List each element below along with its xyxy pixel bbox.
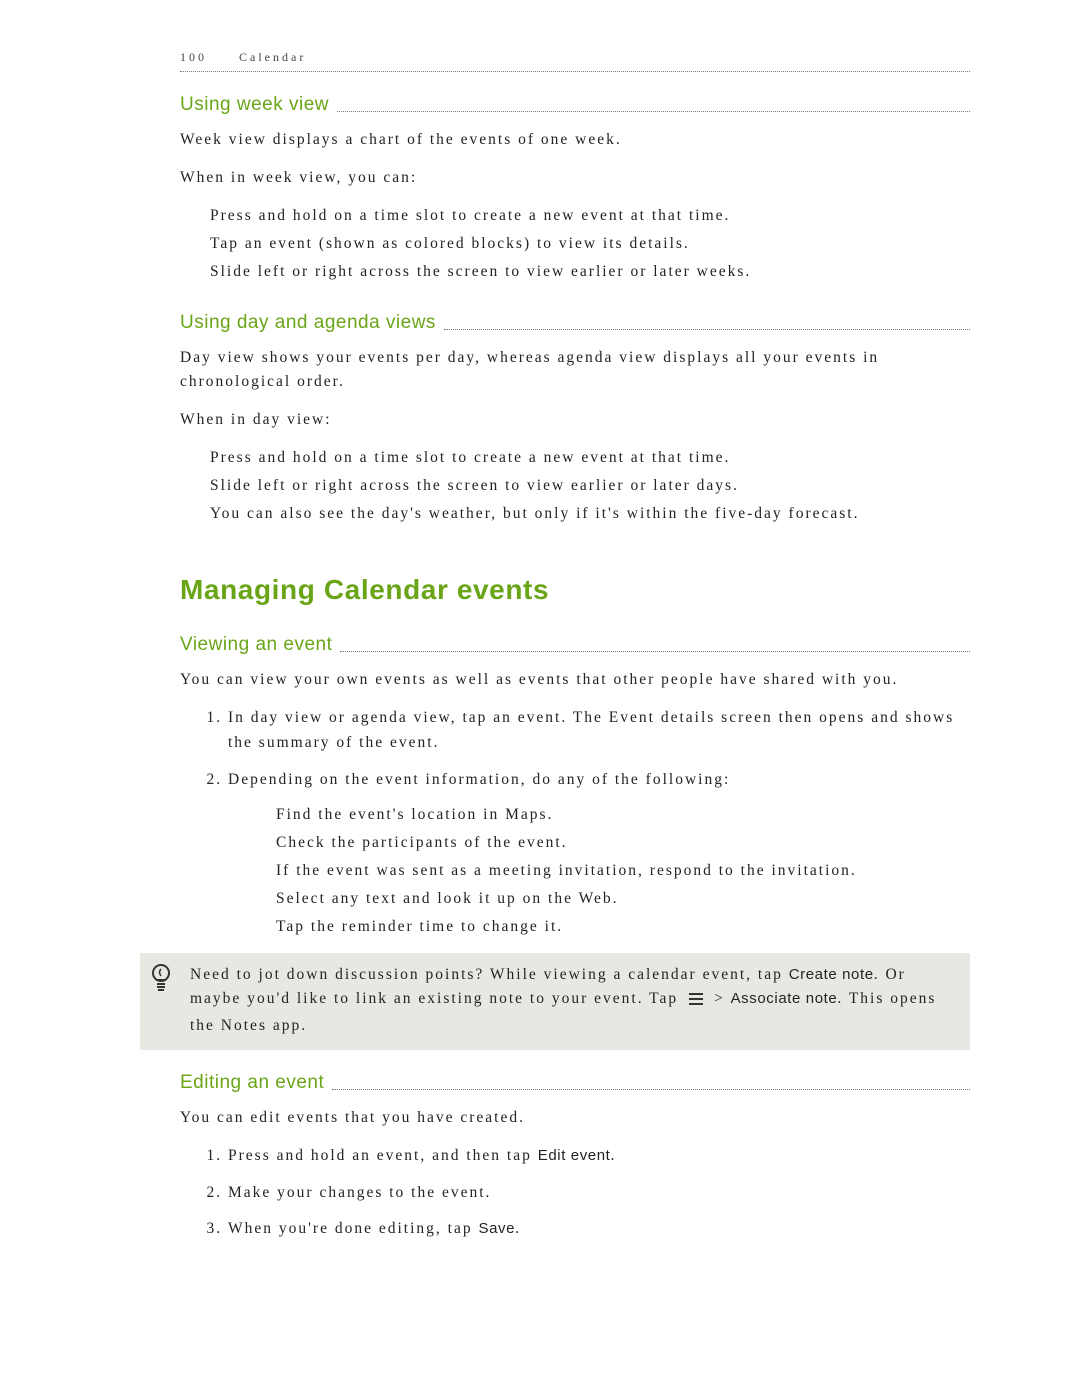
week-intro: Week view displays a chart of the events… [180,128,970,152]
list-item: Tap an event (shown as colored blocks) t… [210,232,970,256]
subheading-row-day: Using day and agenda views [180,312,970,334]
heading-managing: Managing Calendar events [180,574,970,606]
dotted-rule [332,1089,970,1090]
list-item: Check the participants of the event. [276,831,970,855]
day-bullets: Press and hold on a time slot to create … [210,446,970,526]
step-item: Depending on the event information, do a… [228,768,970,939]
header-divider [180,71,970,72]
list-item: Slide left or right across the screen to… [210,474,970,498]
tip-text: Need to jot down discussion points? Whil… [190,963,960,1038]
tip-chevr: > [708,990,731,1007]
subheading-row-editing: Editing an event [180,1072,970,1094]
dotted-rule [444,329,970,330]
page-number: 100 [180,50,207,64]
list-item: Find the event's location in Maps. [276,803,970,827]
list-item: If the event was sent as a meeting invit… [276,859,970,883]
document-page: 100 Calendar Using week view Week view d… [0,0,1080,1397]
day-intro: Day view shows your events per day, wher… [180,346,970,394]
list-item: Tap the reminder time to change it. [276,915,970,939]
lightbulb-icon [148,963,174,993]
viewing-steps: In day view or agenda view, tap an event… [180,706,970,938]
subheading-row-viewing: Viewing an event [180,634,970,656]
list-item: You can also see the day's weather, but … [210,502,970,526]
editing-intro: You can edit events that you have create… [180,1106,970,1130]
step-item: Make your changes to the event. [228,1181,970,1206]
ui-save: Save [478,1220,515,1237]
header-section: Calendar [239,50,306,64]
subheading-editing: Editing an event [180,1072,324,1094]
viewing-intro: You can view your own events as well as … [180,668,970,692]
step-item: Press and hold an event, and then tap Ed… [228,1144,970,1169]
step-text: Depending on the event information, do a… [228,771,730,788]
tip-t1: Need to jot down discussion points? Whil… [190,966,789,983]
step-item: When you're done editing, tap Save. [228,1217,970,1242]
week-bullets: Press and hold on a time slot to create … [210,204,970,284]
viewing-sublist: Find the event's location in Maps. Check… [276,803,970,939]
menu-icon [688,990,704,1014]
list-item: Press and hold on a time slot to create … [210,446,970,470]
day-lead: When in day view: [180,408,970,432]
subheading-week: Using week view [180,94,329,116]
step-text: Press and hold an event, and then tap [228,1147,538,1164]
step-text: When you're done editing, tap [228,1220,478,1237]
week-lead: When in week view, you can: [180,166,970,190]
subheading-row-week: Using week view [180,94,970,116]
subheading-viewing: Viewing an event [180,634,332,656]
list-item: Select any text and look it up on the We… [276,887,970,911]
list-item: Press and hold on a time slot to create … [210,204,970,228]
page-header: 100 Calendar [180,50,970,65]
subheading-day: Using day and agenda views [180,312,436,334]
editing-steps: Press and hold an event, and then tap Ed… [180,1144,970,1242]
step-tail: . [515,1220,521,1237]
step-item: In day view or agenda view, tap an event… [228,706,970,756]
step-tail: . [610,1147,616,1164]
ui-edit-event: Edit event [538,1147,611,1164]
tip-callout: Need to jot down discussion points? Whil… [140,953,970,1050]
ui-create-note: Create note [789,966,874,983]
dotted-rule [340,651,970,652]
dotted-rule [337,111,970,112]
ui-associate-note: Associate note [731,990,838,1007]
list-item: Slide left or right across the screen to… [210,260,970,284]
